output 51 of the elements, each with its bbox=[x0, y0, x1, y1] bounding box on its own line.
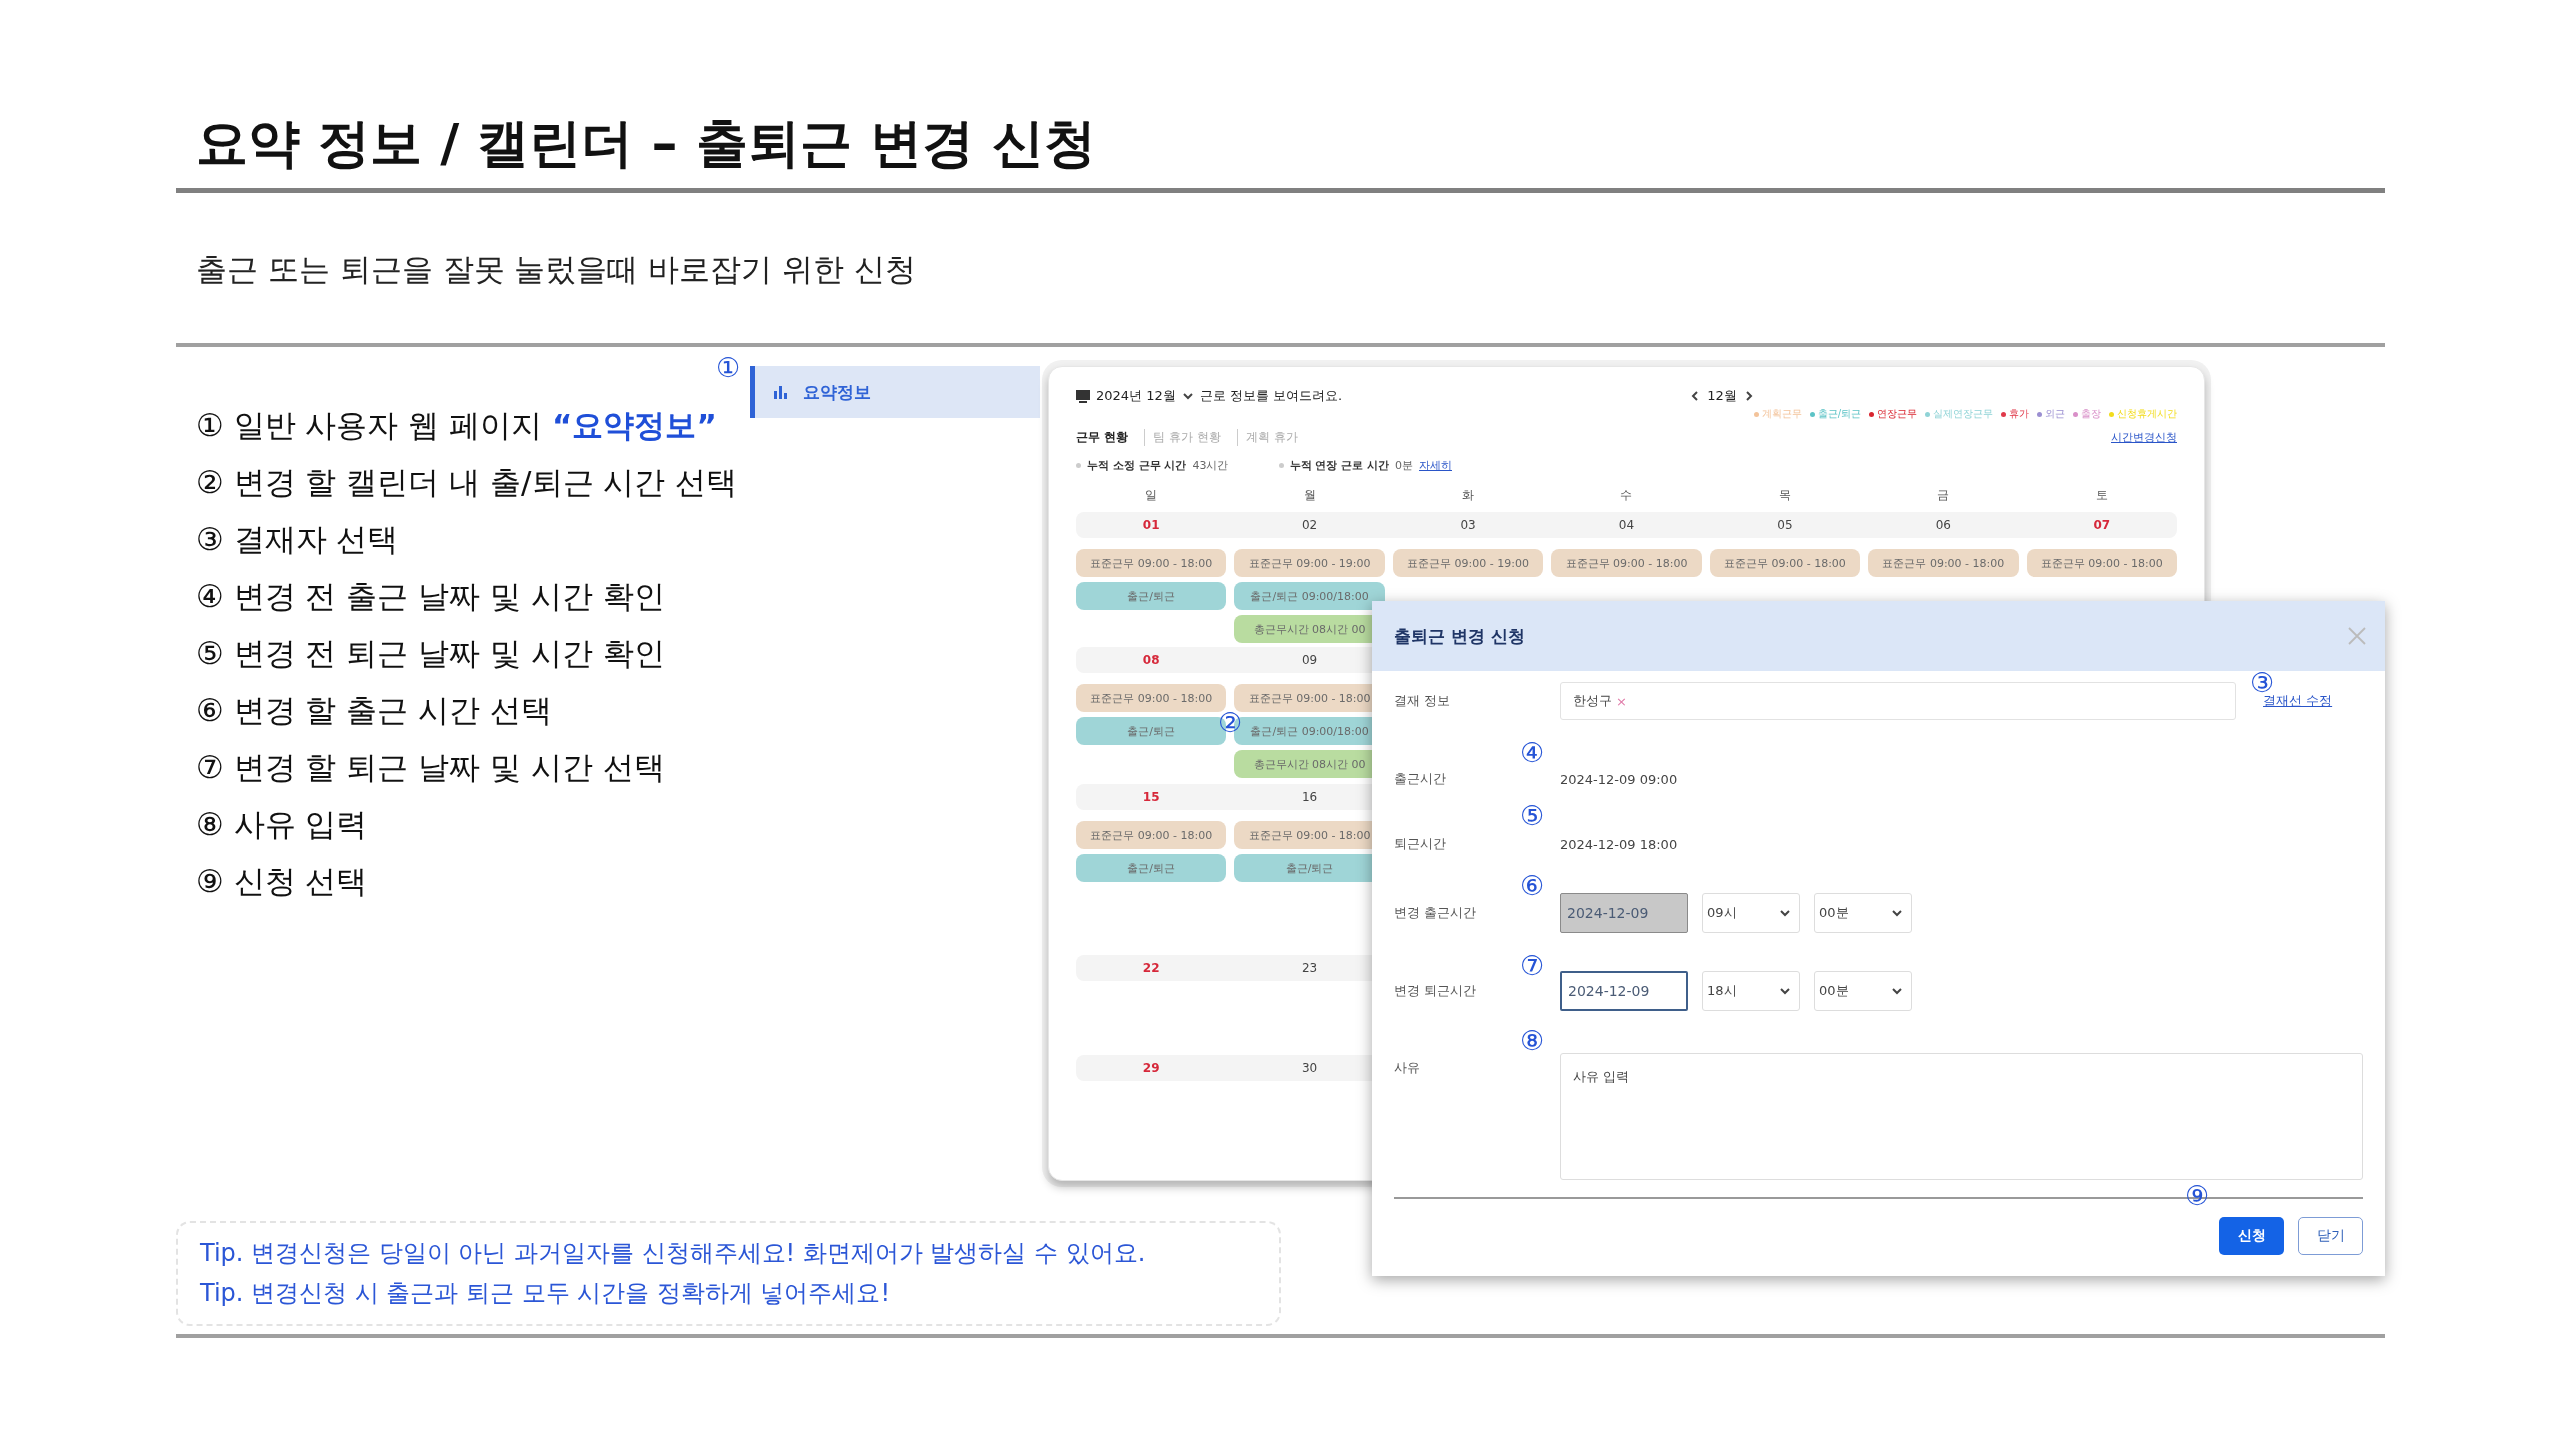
step-text: ② 변경 할 캘린더 내 출/퇴근 시간 선택 bbox=[196, 463, 738, 502]
stat-value: 0분 bbox=[1395, 458, 1413, 473]
step-text: ⑧ 사유 입력 bbox=[196, 805, 368, 844]
tip-text: Tip. 변경신청 시 출근과 퇴근 모두 시간을 정확하게 넣어주세요! bbox=[200, 1278, 892, 1309]
weekday-label: 월 bbox=[1302, 487, 1317, 504]
step-marker: ⑥ bbox=[1520, 872, 1545, 900]
dialog-title: 출퇴근 변경 신청 bbox=[1394, 624, 1525, 648]
step-text: ① 일반 사용자 웹 페이지 “요약정보” bbox=[196, 406, 717, 445]
time-value: 2024-12-09 18:00 bbox=[1560, 836, 1678, 852]
step-marker: ① bbox=[716, 354, 741, 382]
step-text: ⑦ 변경 할 퇴근 날짜 및 시간 선택 bbox=[196, 748, 665, 787]
tip-text: Tip. 변경신청은 당일이 아닌 과거일자를 신청해주세요! 화면제어가 발생하실 수 있어요. bbox=[200, 1238, 1147, 1269]
weekday-label: 토 bbox=[2094, 487, 2109, 504]
step-text: ⑤ 변경 전 퇴근 날짜 및 시간 확인 bbox=[196, 634, 665, 673]
weekday-label: 수 bbox=[1619, 487, 1634, 504]
step-marker: ⑦ bbox=[1520, 952, 1545, 980]
legend-label: 계획근무 bbox=[1761, 407, 1802, 421]
field-label: 퇴근시간 bbox=[1394, 835, 1447, 853]
field-label: 변경 출근시간 bbox=[1394, 904, 1478, 922]
legend-label: 외근 bbox=[2045, 407, 2065, 421]
weekday-label: 금 bbox=[1936, 487, 1951, 504]
month-label: 12월 bbox=[1707, 387, 1737, 405]
field-label: 변경 퇴근시간 bbox=[1394, 982, 1478, 1000]
stat-label: 누적 소정 근무 시간 bbox=[1087, 458, 1187, 473]
field-label: 사유 bbox=[1394, 1059, 1421, 1077]
page-title: 요약 정보 / 캘린더 – 출퇴근 변경 신청 bbox=[196, 112, 1097, 175]
legend-label: 신청휴게시간 bbox=[2117, 407, 2177, 421]
page-subtitle: 출근 또는 퇴근을 잘못 눌렀을때 바로잡기 위한 신청 bbox=[196, 250, 917, 289]
step-text: ⑥ 변경 할 출근 시간 선택 bbox=[196, 691, 553, 730]
step-text: ③ 결재자 선택 bbox=[196, 520, 399, 559]
step-marker: ⑨ bbox=[2185, 1182, 2210, 1210]
weekday-label: 화 bbox=[1461, 487, 1476, 504]
calendar-caption: 근로 정보를 보여드려요. bbox=[1199, 387, 1343, 405]
step-marker: ⑤ bbox=[1520, 802, 1545, 830]
legend-label: 출근/퇴근 bbox=[1817, 407, 1861, 421]
time-value: 2024-12-09 09:00 bbox=[1560, 771, 1678, 787]
legend-label: 출장 bbox=[2081, 407, 2101, 421]
field-label: 출근시간 bbox=[1394, 770, 1447, 788]
legend-label: 휴가 bbox=[2009, 407, 2029, 421]
step-text: ⑨ 신청 선택 bbox=[196, 862, 368, 901]
step-marker: ⑧ bbox=[1520, 1027, 1545, 1055]
legend-label: 연장근무 bbox=[1877, 407, 1917, 421]
stat-value: 43시간 bbox=[1192, 458, 1229, 473]
legend-label: 실제연장근무 bbox=[1933, 407, 1993, 421]
step-text: ④ 변경 전 출근 날짜 및 시간 확인 bbox=[196, 577, 665, 616]
weekday-label: 일 bbox=[1144, 487, 1159, 504]
weekday-label: 목 bbox=[1777, 487, 1792, 504]
step-marker: ④ bbox=[1520, 739, 1545, 767]
field-label: 결재 정보 bbox=[1394, 692, 1452, 710]
approver-name: 한성구 bbox=[1573, 692, 1612, 710]
stat-label: 누적 연장 근로 시간 bbox=[1289, 458, 1389, 473]
